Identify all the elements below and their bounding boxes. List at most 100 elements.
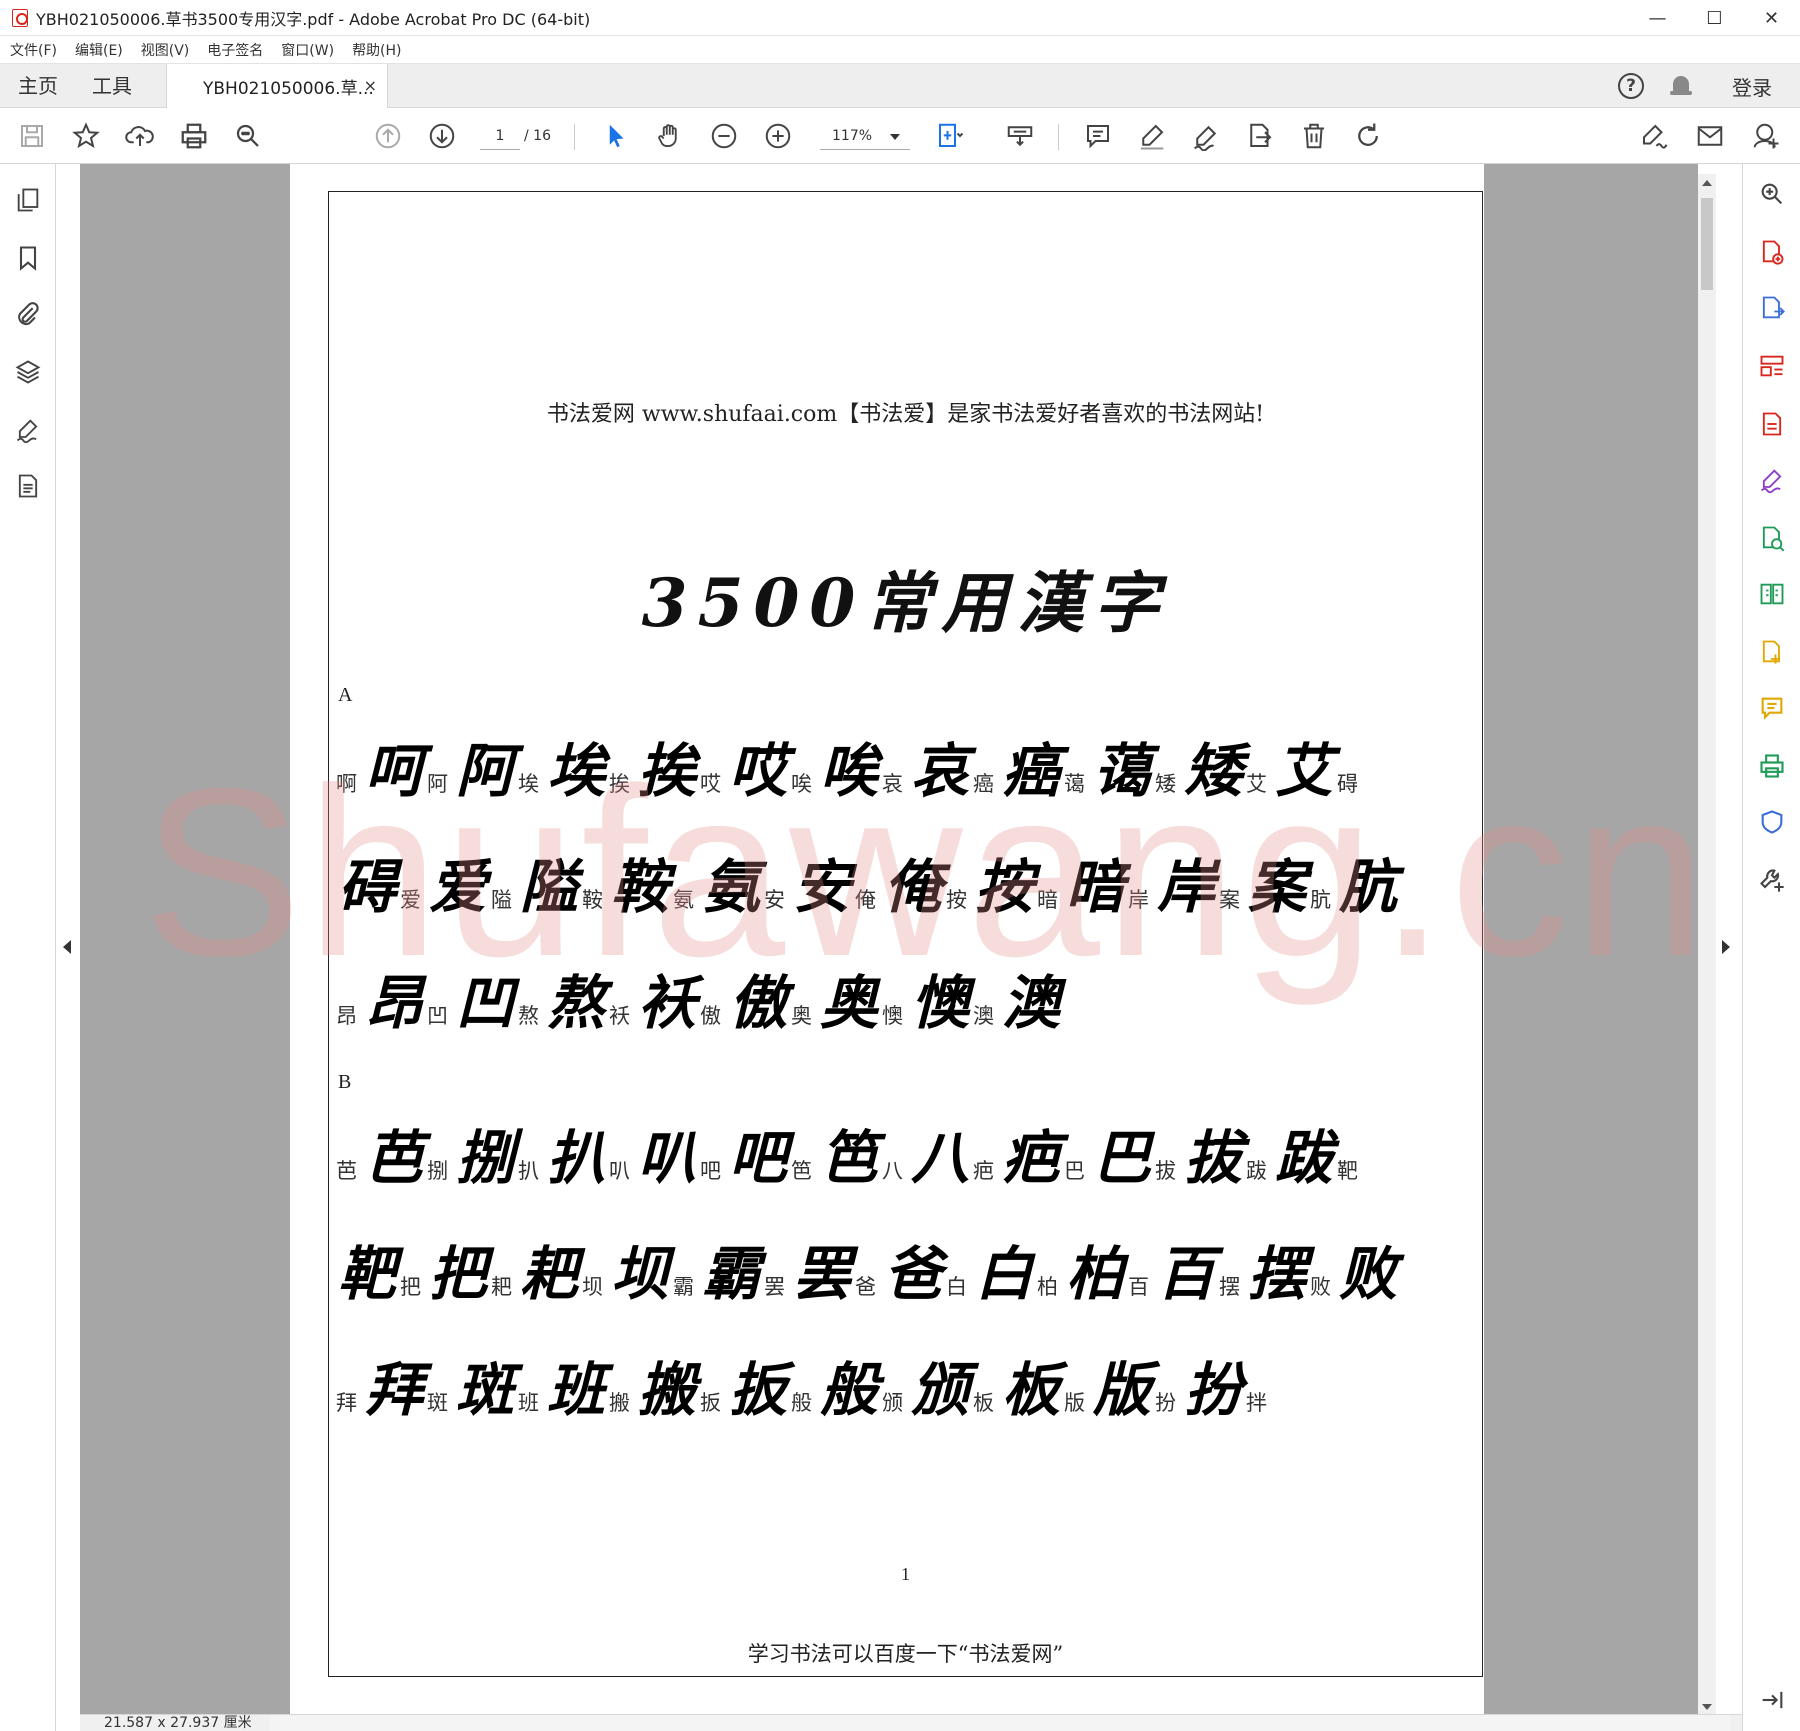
- menu-window[interactable]: 窗口(W): [281, 40, 334, 60]
- horizontal-scrollbar[interactable]: [270, 1715, 1730, 1731]
- scrollbar-thumb[interactable]: [1701, 198, 1713, 290]
- zoom-level-dropdown[interactable]: 117%: [820, 122, 910, 150]
- char-pair: 板板: [973, 1359, 1062, 1421]
- fill-form-icon[interactable]: [1756, 522, 1788, 554]
- char-pair: 碍: [336, 856, 398, 918]
- char-pair: 巴巴: [1064, 1127, 1153, 1189]
- minimize-button[interactable]: —: [1629, 0, 1686, 36]
- menu-edit[interactable]: 编辑(E): [75, 40, 123, 60]
- previous-page-icon[interactable]: [372, 120, 404, 152]
- char-pair: 奥奥: [791, 972, 880, 1034]
- char-standard: 芭: [336, 1159, 357, 1183]
- page-title: 3500常用漢字: [641, 564, 1170, 642]
- char-pair: 颁颁: [882, 1359, 971, 1421]
- select-tool-icon[interactable]: [600, 120, 632, 152]
- upload-cloud-icon[interactable]: [124, 120, 156, 152]
- enhance-scan-icon[interactable]: [1756, 178, 1788, 210]
- organize-pages-icon[interactable]: [1756, 350, 1788, 382]
- tab-tools[interactable]: 工具: [92, 64, 132, 108]
- char-standard: 澳: [973, 1004, 994, 1028]
- char-standard: 败: [1310, 1275, 1331, 1299]
- edit-pdf-icon[interactable]: [1756, 408, 1788, 440]
- char-cursive: 把: [428, 1240, 487, 1308]
- char-cursive: 袄: [637, 969, 696, 1037]
- help-icon[interactable]: ?: [1618, 73, 1644, 99]
- char-standard: 叭: [609, 1159, 630, 1183]
- email-icon[interactable]: [1694, 120, 1726, 152]
- char-cursive: 氨: [701, 853, 760, 921]
- close-window-button[interactable]: ✕: [1743, 0, 1800, 36]
- combine-files-icon[interactable]: [1756, 636, 1788, 668]
- collapse-left-pane-icon[interactable]: [63, 940, 71, 954]
- zoom-in-icon[interactable]: [762, 120, 794, 152]
- tab-document[interactable]: YBH021050006.草... ×: [166, 64, 388, 109]
- char-cursive: 奥: [819, 969, 878, 1037]
- layers-icon[interactable]: [12, 356, 44, 388]
- more-tools-wrench-icon[interactable]: [1756, 864, 1788, 896]
- signature-panel-icon[interactable]: [12, 414, 44, 446]
- highlight-pen-icon[interactable]: [1136, 120, 1168, 152]
- char-cursive: 澳: [1001, 969, 1060, 1037]
- star-icon[interactable]: [70, 120, 102, 152]
- menu-esign[interactable]: 电子签名: [207, 40, 263, 60]
- char-standard: 氨: [673, 888, 694, 912]
- fit-page-icon[interactable]: [934, 120, 966, 152]
- hand-tool-icon[interactable]: [654, 120, 686, 152]
- bell-icon[interactable]: [1668, 73, 1694, 99]
- vertical-scrollbar[interactable]: [1698, 174, 1716, 1714]
- login-button[interactable]: 登录: [1732, 72, 1772, 101]
- char-cursive: 爱: [428, 853, 487, 921]
- create-pdf-icon[interactable]: [1756, 236, 1788, 268]
- char-cursive: 版: [1092, 1356, 1151, 1424]
- bookmark-icon[interactable]: [12, 242, 44, 274]
- page-thumbnails-icon[interactable]: [12, 184, 44, 216]
- find-text-icon[interactable]: [232, 120, 264, 152]
- char-standard: 白: [946, 1275, 967, 1299]
- print-icon[interactable]: [178, 120, 210, 152]
- attachment-icon[interactable]: [12, 298, 44, 330]
- char-cursive: 八: [910, 1124, 969, 1192]
- comment-icon[interactable]: [1082, 120, 1114, 152]
- share-document-icon[interactable]: [1244, 120, 1276, 152]
- char-cursive: 凹: [455, 969, 514, 1037]
- collapse-tools-pane-icon[interactable]: [1756, 1684, 1788, 1716]
- menu-help[interactable]: 帮助(H): [352, 40, 401, 60]
- char-standard: 傲: [700, 1004, 721, 1028]
- char-row-b2: 靶 把把 耙耙 坝坝 霸霸 罢罢 爸爸 白白 柏柏 百百 摆摆 败败: [336, 1215, 1476, 1305]
- fill-sign-icon[interactable]: [1638, 120, 1670, 152]
- save-icon[interactable]: [16, 120, 48, 152]
- share-user-icon[interactable]: [1750, 120, 1782, 152]
- tab-home[interactable]: 主页: [18, 64, 58, 108]
- char-pair: 艾艾: [1246, 740, 1335, 802]
- collapse-right-pane-icon[interactable]: [1722, 940, 1730, 954]
- page-number-input[interactable]: 1: [480, 122, 520, 150]
- keyboard-tool-icon[interactable]: [1004, 120, 1036, 152]
- scroll-up-icon[interactable]: [1702, 180, 1712, 186]
- zoom-out-icon[interactable]: [708, 120, 740, 152]
- request-signature-icon[interactable]: [1756, 464, 1788, 496]
- close-tab-icon[interactable]: ×: [364, 76, 377, 95]
- char-pair: 哀哀: [882, 740, 971, 802]
- menu-view[interactable]: 视图(V): [141, 40, 190, 60]
- scroll-down-icon[interactable]: [1702, 1704, 1712, 1710]
- rotate-icon[interactable]: [1352, 120, 1384, 152]
- char-pair: 癌癌: [973, 740, 1062, 802]
- compare-files-icon[interactable]: [1756, 578, 1788, 610]
- window-title: YBH021050006.草书3500专用汉字.pdf - Adobe Acro…: [36, 9, 591, 29]
- content-icon[interactable]: [12, 470, 44, 502]
- print-production-icon[interactable]: [1756, 750, 1788, 782]
- char-pair: 疤疤: [973, 1127, 1062, 1189]
- export-pdf-icon[interactable]: [1756, 292, 1788, 324]
- delete-icon[interactable]: [1298, 120, 1330, 152]
- comment-tool-icon[interactable]: [1756, 692, 1788, 724]
- char-cursive: 扮: [1183, 1356, 1242, 1424]
- maximize-button[interactable]: ☐: [1686, 0, 1743, 36]
- char-standard: 板: [973, 1391, 994, 1415]
- sign-pen-icon[interactable]: [1190, 120, 1222, 152]
- char-cursive: 昂: [364, 969, 423, 1037]
- char-pair: 爱爱: [400, 856, 489, 918]
- menu-file[interactable]: 文件(F): [10, 40, 57, 60]
- protect-shield-icon[interactable]: [1756, 806, 1788, 838]
- char-standard: 蔼: [1064, 772, 1085, 796]
- next-page-icon[interactable]: [426, 120, 458, 152]
